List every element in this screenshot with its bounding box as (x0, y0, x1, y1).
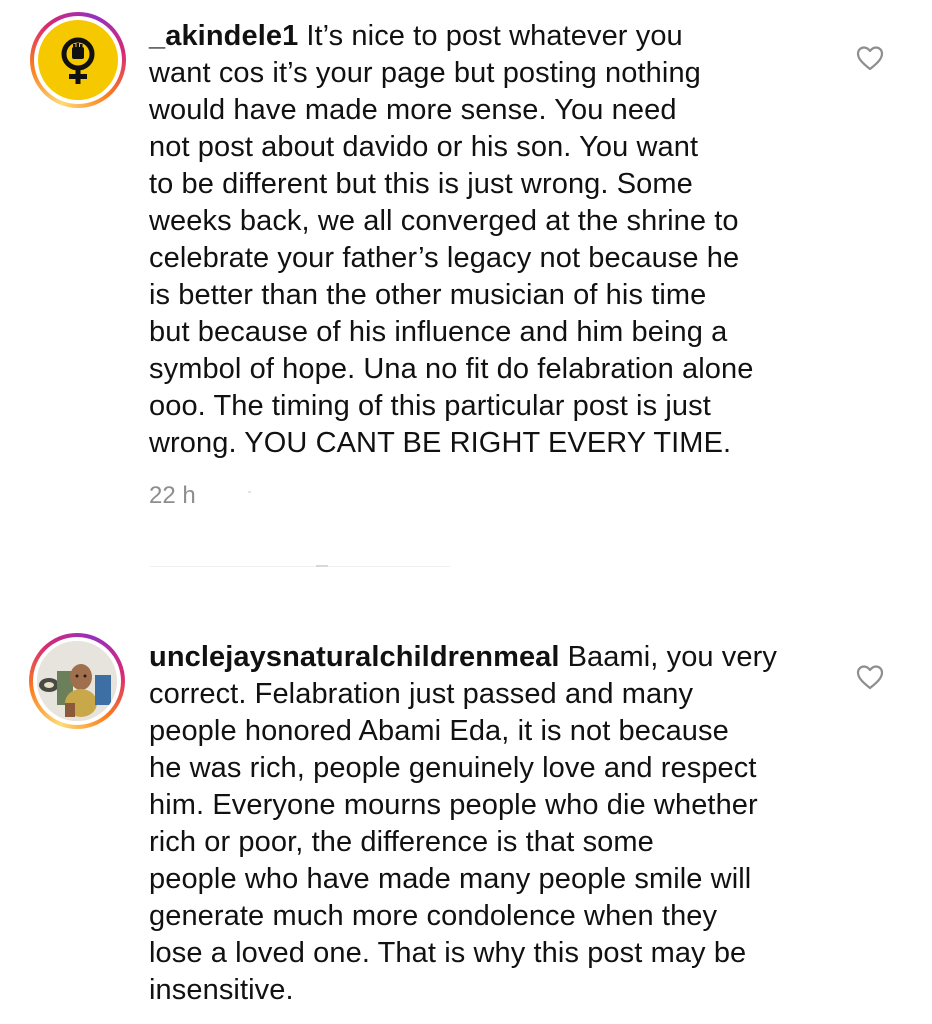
comment-text-line: but because of his influence and him bei… (149, 316, 728, 348)
divider (316, 565, 328, 567)
comment-text-line: It’s nice to post whatever you (306, 20, 683, 52)
comment-text-line: wrong. YOU CANT BE RIGHT EVERY TIME. (149, 427, 732, 459)
comment-text-line: symbol of hope. Una no fit do felabratio… (149, 353, 754, 385)
comment-text-line: want cos it’s your page but posting noth… (149, 57, 701, 89)
child-photo-avatar (37, 641, 117, 721)
comment-text-line: would have made more sense. You need (149, 94, 677, 126)
comment-username[interactable]: _akindele1 (149, 20, 298, 52)
comment-text-line: generate much more condolence when they (149, 900, 718, 932)
comment-text-line: not post about davido or his son. You wa… (149, 131, 699, 163)
comment-text-line: Baami, you very (567, 641, 777, 673)
divider (248, 491, 251, 493)
divider (150, 566, 450, 567)
comment-text-line: him. Everyone mourns people who die whet… (149, 789, 758, 821)
comment-text-line: people who have made many people smile w… (149, 863, 752, 895)
comment-text-line: is better than the other musician of his… (149, 279, 707, 311)
comment-body: _akindele1 It’s nice to post whatever you… (149, 18, 839, 462)
comment-item: _akindele1 It’s nice to post whatever you… (0, 0, 932, 567)
comment-line-first: unclejaysnaturalchildrenmeal Baami, you v… (149, 639, 839, 676)
comment-text-line: he was rich, people genuinely love and r… (149, 752, 757, 784)
story-ring-avatar[interactable] (30, 12, 126, 108)
raised-fist-female-symbol-icon (61, 37, 95, 84)
comment-username[interactable]: unclejaysnaturalchildrenmeal (149, 641, 560, 673)
comment-timestamp: 22 h (149, 482, 196, 509)
comment-item: unclejaysnaturalchildrenmeal Baami, you v… (0, 600, 932, 1024)
avatar[interactable] (38, 20, 118, 100)
comment-text-line: lose a loved one. That is why this post … (149, 937, 747, 969)
comment-text-line: rich or poor, the difference is that som… (149, 826, 654, 858)
comment-text-line: insensitive. (149, 974, 294, 1006)
comment-line-first: _akindele1 It’s nice to post whatever you (149, 18, 839, 55)
comment-text-line: people honored Abami Eda, it is not beca… (149, 715, 729, 747)
comment-text-line: to be different but this is just wrong. … (149, 168, 693, 200)
comment-text-line: celebrate your father’s legacy not becau… (149, 242, 740, 274)
avatar[interactable] (37, 641, 117, 721)
story-ring-avatar[interactable] (29, 633, 125, 729)
comment-body: unclejaysnaturalchildrenmeal Baami, you v… (149, 639, 839, 1009)
like-heart-icon[interactable] (856, 664, 884, 690)
comment-text-line: correct. Felabration just passed and man… (149, 678, 694, 710)
comment-text-line: weeks back, we all converged at the shri… (149, 205, 739, 237)
like-heart-icon[interactable] (856, 45, 884, 71)
comment-text-line: ooo. The timing of this particular post … (149, 390, 711, 422)
